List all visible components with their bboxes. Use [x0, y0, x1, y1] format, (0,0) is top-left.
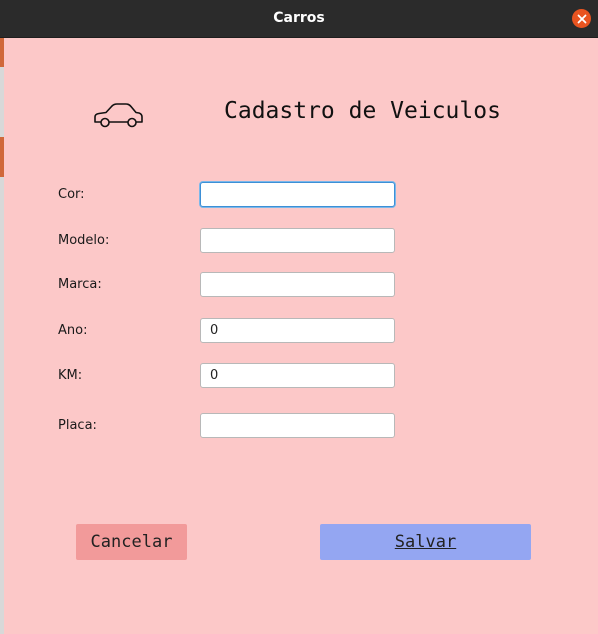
placa-input[interactable] [200, 413, 395, 438]
close-button[interactable] [572, 9, 591, 28]
marca-input[interactable] [200, 272, 395, 297]
ano-input[interactable] [200, 318, 395, 343]
app-window: Carros Cadastro de Veiculos Cor: Modelo:… [0, 0, 598, 634]
label-placa: Placa: [58, 418, 97, 433]
car-icon [94, 103, 143, 128]
save-button[interactable]: Salvar [320, 524, 531, 560]
label-km: KM: [58, 368, 83, 383]
window-title: Carros [273, 10, 325, 26]
km-input[interactable] [200, 363, 395, 388]
label-marca: Marca: [58, 277, 102, 292]
form-title: Cadastro de Veiculos [224, 98, 501, 124]
label-cor: Cor: [58, 187, 85, 202]
label-modelo: Modelo: [58, 233, 110, 248]
close-icon [577, 14, 586, 23]
cancel-button[interactable]: Cancelar [76, 524, 187, 560]
modelo-input[interactable] [200, 228, 395, 253]
label-ano: Ano: [58, 323, 88, 338]
title-bar: Carros [0, 0, 598, 38]
background-window-edge [0, 37, 4, 634]
cor-input[interactable] [200, 182, 395, 207]
